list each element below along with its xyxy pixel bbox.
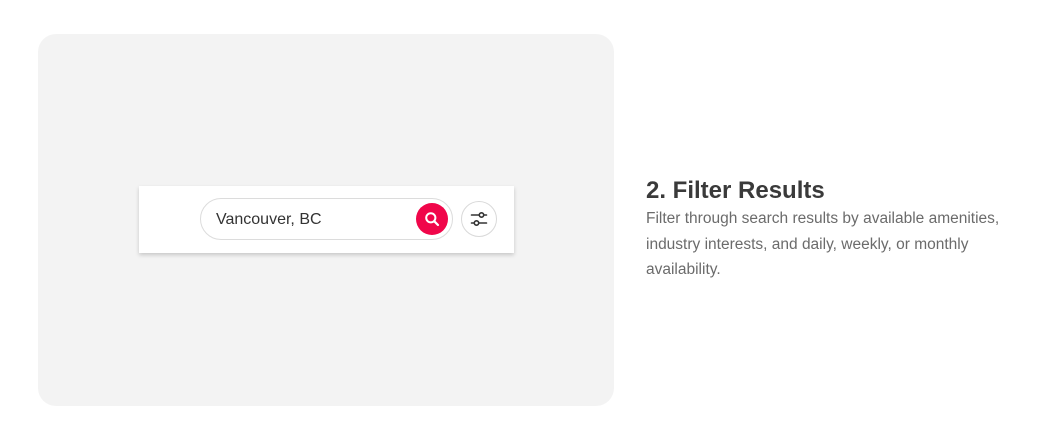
search-button[interactable] (416, 203, 448, 235)
feature-description: Filter through search results by availab… (646, 210, 1000, 278)
filter-button[interactable] (461, 201, 497, 237)
sliders-icon (470, 211, 488, 227)
feature-title: 2. Filter Results (646, 177, 825, 204)
search-input-value: Vancouver, BC (216, 211, 322, 228)
search-bar-card: Vancouver, BC (139, 186, 514, 253)
location-search-input[interactable]: Vancouver, BC (200, 198, 453, 240)
feature-description-block: 2. Filter Results Filter through search … (646, 176, 1036, 283)
preview-panel: Vancouver, BC (38, 34, 614, 406)
search-icon (425, 212, 440, 227)
